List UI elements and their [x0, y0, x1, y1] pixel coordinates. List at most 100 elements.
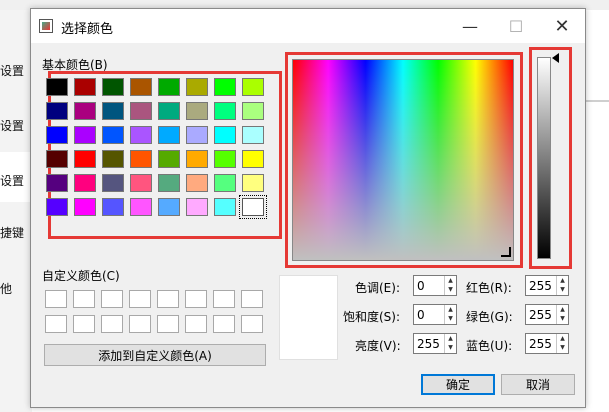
custom-color-swatch[interactable]	[129, 290, 151, 308]
basic-color-swatch[interactable]	[242, 102, 264, 120]
luminance-arrow-icon[interactable]	[552, 53, 559, 63]
saturation-spinbox[interactable]: 0 ▲ ▼	[413, 304, 457, 325]
green-spinbox[interactable]: 255 ▲ ▼	[525, 304, 569, 325]
basic-color-swatch[interactable]	[74, 174, 96, 192]
spin-up-icon[interactable]: ▲	[557, 276, 568, 285]
spin-up-icon[interactable]: ▲	[445, 334, 456, 343]
basic-color-swatch[interactable]	[186, 198, 208, 216]
basic-color-swatch[interactable]	[46, 198, 68, 216]
cancel-button[interactable]: 取消	[501, 374, 575, 395]
luminance-slider[interactable]	[537, 57, 551, 259]
basic-color-swatch[interactable]	[130, 198, 152, 216]
hue-value[interactable]: 0	[417, 279, 425, 293]
basic-color-swatch[interactable]	[158, 126, 180, 144]
value-spinbox[interactable]: 255 ▲ ▼	[413, 333, 457, 354]
basic-color-swatch[interactable]	[158, 102, 180, 120]
basic-color-swatch[interactable]	[214, 150, 236, 168]
basic-color-swatch[interactable]	[214, 102, 236, 120]
spin-up-icon[interactable]: ▲	[445, 305, 456, 314]
basic-color-swatch[interactable]	[74, 198, 96, 216]
green-value[interactable]: 255	[529, 308, 552, 322]
custom-color-swatch[interactable]	[213, 315, 235, 333]
custom-color-swatch[interactable]	[157, 290, 179, 308]
basic-color-swatch[interactable]	[186, 126, 208, 144]
hue-saturation-spectrum[interactable]	[292, 59, 514, 261]
basic-color-swatch[interactable]	[74, 78, 96, 96]
red-value[interactable]: 255	[529, 279, 552, 293]
spin-down-icon[interactable]: ▼	[557, 285, 568, 294]
basic-color-swatch[interactable]	[214, 174, 236, 192]
basic-color-swatch[interactable]	[186, 150, 208, 168]
custom-color-swatch[interactable]	[73, 290, 95, 308]
saturation-value[interactable]: 0	[417, 308, 425, 322]
spin-down-icon[interactable]: ▼	[557, 343, 568, 352]
title-bar[interactable]: 选择颜色 — ☐ ✕	[31, 9, 585, 43]
spin-down-icon[interactable]: ▼	[445, 285, 456, 294]
custom-color-swatch[interactable]	[241, 315, 263, 333]
spin-down-icon[interactable]: ▼	[557, 314, 568, 323]
basic-color-swatch[interactable]	[130, 102, 152, 120]
basic-color-swatch[interactable]	[186, 174, 208, 192]
basic-color-swatch[interactable]	[46, 78, 68, 96]
red-spinbox[interactable]: 255 ▲ ▼	[525, 275, 569, 296]
basic-color-swatch[interactable]	[46, 126, 68, 144]
custom-color-swatch[interactable]	[73, 315, 95, 333]
basic-color-swatch[interactable]	[130, 126, 152, 144]
basic-color-swatch[interactable]	[214, 78, 236, 96]
spectrum-cursor[interactable]	[501, 247, 511, 257]
custom-color-swatch[interactable]	[185, 290, 207, 308]
custom-color-swatch[interactable]	[101, 290, 123, 308]
custom-color-swatch[interactable]	[45, 315, 67, 333]
basic-color-swatch[interactable]	[46, 102, 68, 120]
basic-color-swatch[interactable]	[158, 78, 180, 96]
basic-color-swatch[interactable]	[102, 150, 124, 168]
basic-color-swatch[interactable]	[214, 126, 236, 144]
spin-up-icon[interactable]: ▲	[445, 276, 456, 285]
custom-color-swatch[interactable]	[129, 315, 151, 333]
basic-color-swatch[interactable]	[214, 198, 236, 216]
blue-spinbox[interactable]: 255 ▲ ▼	[525, 333, 569, 354]
basic-color-swatch[interactable]	[102, 126, 124, 144]
spin-up-icon[interactable]: ▲	[557, 305, 568, 314]
basic-color-swatch[interactable]	[186, 78, 208, 96]
basic-color-swatch[interactable]	[46, 150, 68, 168]
value-value[interactable]: 255	[417, 337, 440, 351]
basic-color-swatch[interactable]	[158, 198, 180, 216]
basic-color-swatch[interactable]	[102, 174, 124, 192]
basic-color-swatch[interactable]	[74, 126, 96, 144]
custom-color-swatch[interactable]	[185, 315, 207, 333]
custom-color-swatch[interactable]	[213, 290, 235, 308]
basic-color-swatch[interactable]	[158, 174, 180, 192]
basic-color-swatch[interactable]	[242, 126, 264, 144]
spin-down-icon[interactable]: ▼	[445, 343, 456, 352]
basic-color-swatch[interactable]	[242, 174, 264, 192]
add-custom-color-button[interactable]: 添加到自定义颜色(A)	[44, 344, 266, 366]
custom-color-swatch[interactable]	[45, 290, 67, 308]
basic-color-swatch[interactable]	[130, 174, 152, 192]
basic-color-swatch[interactable]	[186, 102, 208, 120]
spin-up-icon[interactable]: ▲	[557, 334, 568, 343]
basic-color-swatch[interactable]	[242, 78, 264, 96]
custom-color-swatch[interactable]	[241, 290, 263, 308]
basic-color-swatch[interactable]	[74, 102, 96, 120]
basic-color-swatch[interactable]	[102, 198, 124, 216]
value-label: 亮度(V):	[355, 339, 401, 353]
basic-color-swatch[interactable]	[130, 150, 152, 168]
maximize-button[interactable]: ☐	[493, 9, 539, 43]
basic-color-swatch[interactable]	[239, 195, 267, 219]
basic-color-swatch[interactable]	[46, 174, 68, 192]
basic-color-swatch[interactable]	[158, 150, 180, 168]
custom-color-swatch[interactable]	[157, 315, 179, 333]
minimize-button[interactable]: —	[447, 9, 493, 43]
spin-down-icon[interactable]: ▼	[445, 314, 456, 323]
basic-color-swatch[interactable]	[74, 150, 96, 168]
ok-button[interactable]: 确定	[421, 374, 495, 395]
close-button[interactable]: ✕	[539, 9, 585, 43]
basic-color-swatch[interactable]	[130, 78, 152, 96]
basic-color-swatch[interactable]	[102, 78, 124, 96]
basic-color-swatch[interactable]	[102, 102, 124, 120]
basic-color-swatch[interactable]	[242, 150, 264, 168]
hue-spinbox[interactable]: 0 ▲ ▼	[413, 275, 457, 296]
custom-color-swatch[interactable]	[101, 315, 123, 333]
blue-value[interactable]: 255	[529, 337, 552, 351]
